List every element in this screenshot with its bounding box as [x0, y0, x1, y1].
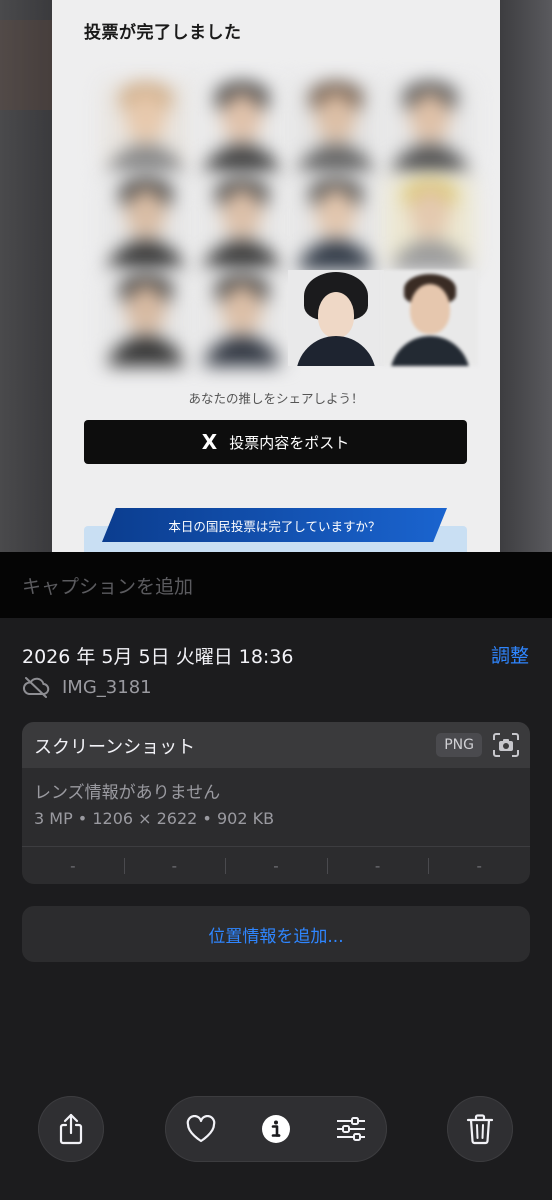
- sliders-icon: [335, 1115, 367, 1143]
- caption-input[interactable]: キャプションを追加: [22, 572, 530, 599]
- blurred-portrait: [382, 78, 478, 174]
- exif-cell: -: [326, 847, 429, 884]
- format-badge: PNG: [436, 733, 482, 757]
- metadata-card: スクリーンショット PNG レンズ情報がありません 3 MP • 1206 × …: [22, 722, 530, 884]
- exif-cell: -: [225, 847, 327, 884]
- file-name: IMG_3181: [62, 676, 152, 698]
- screenshot-image: 投票が完了しました あなたの推しをシェアしよう！ X 投票内容をポスト 本日の国…: [52, 0, 500, 552]
- adjust-date-button[interactable]: 調整: [491, 641, 529, 668]
- x-logo-icon: X: [201, 430, 218, 454]
- vote-complete-title: 投票が完了しました: [84, 23, 242, 43]
- image-specs: 3 MP • 1206 × 2622 • 902 KB: [34, 809, 275, 828]
- next-photo-edge: [500, 0, 552, 552]
- info-icon: [261, 1114, 291, 1144]
- blurred-portrait: [288, 78, 384, 174]
- exif-row: - - - - -: [22, 846, 530, 884]
- share-icon: [57, 1113, 85, 1145]
- heart-icon: [185, 1115, 217, 1143]
- edit-button[interactable]: [327, 1105, 375, 1153]
- metadata-title: スクリーンショット: [34, 737, 196, 758]
- share-prompt: あなたの推しをシェアしよう！: [188, 391, 364, 406]
- cloud-slash-icon: [22, 676, 50, 698]
- blurred-portrait: [98, 270, 194, 366]
- blurred-portrait: [98, 78, 194, 174]
- photo-preview[interactable]: 投票が完了しました あなたの推しをシェアしよう！ X 投票内容をポスト 本日の国…: [0, 0, 552, 552]
- favorite-button[interactable]: [177, 1105, 225, 1153]
- lens-info: レンズ情報がありません: [34, 783, 221, 803]
- exif-cell: -: [428, 847, 530, 884]
- daily-vote-banner: 本日の国民投票は完了していますか？: [102, 508, 447, 542]
- previous-photo-tint: [0, 20, 52, 110]
- post-vote-button: X 投票内容をポスト: [84, 420, 467, 464]
- portrait: [382, 270, 478, 366]
- exif-cell: -: [123, 847, 226, 884]
- add-location-button[interactable]: 位置情報を追加...: [22, 906, 530, 962]
- blurred-portrait: [288, 174, 384, 270]
- selected-portrait: [288, 270, 384, 366]
- blurred-portrait: [98, 174, 194, 270]
- trash-icon: [466, 1113, 494, 1145]
- blurred-portrait: [194, 78, 290, 174]
- share-button[interactable]: [38, 1096, 104, 1162]
- blurred-portrait: [194, 174, 290, 270]
- delete-button[interactable]: [447, 1096, 513, 1162]
- camera-viewfinder-icon: [492, 732, 520, 758]
- exif-cell: -: [70, 857, 76, 875]
- post-vote-label: 投票内容をポスト: [229, 433, 350, 452]
- photo-actions-pill: [165, 1096, 387, 1162]
- info-button[interactable]: [252, 1105, 300, 1153]
- blurred-portrait: [194, 270, 290, 366]
- blurred-portrait: [382, 174, 478, 270]
- date-time: 2026 年 5月 5日 火曜日 18:36: [22, 646, 294, 668]
- file-info-row: IMG_3181: [22, 676, 152, 698]
